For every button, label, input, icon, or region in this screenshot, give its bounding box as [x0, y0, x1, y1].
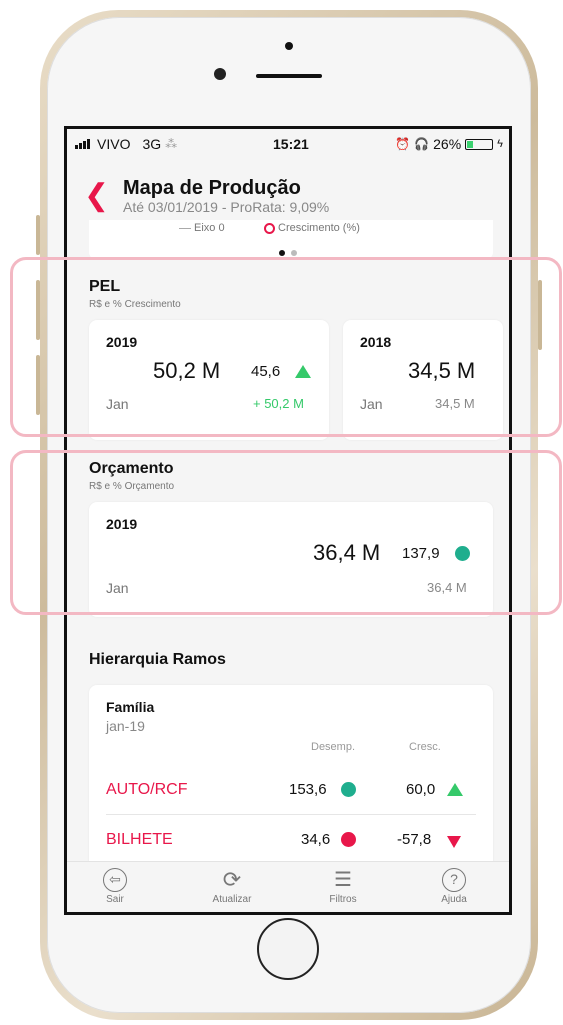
alarm-icon: ⏰	[395, 137, 411, 151]
tab-filtros-label: Filtros	[329, 894, 357, 905]
page-dot-active[interactable]	[279, 250, 285, 256]
charging-icon: ϟ	[497, 138, 503, 150]
line-icon	[179, 227, 191, 229]
activity-icon: ⁂	[165, 137, 178, 151]
row-desemp-bilhete: 34,6	[301, 831, 331, 848]
status-dot-icon	[341, 831, 356, 849]
page-title: Mapa de Produção	[123, 177, 301, 199]
row-cresc-bilhete: -57,8	[397, 831, 432, 848]
front-camera	[214, 68, 226, 80]
filter-sliders-icon: ☰	[334, 869, 352, 891]
row-name-bilhete[interactable]: BILHETE	[106, 831, 173, 849]
period-label: jan-19	[106, 718, 145, 734]
legend-eixo-label: Eixo 0	[194, 222, 225, 234]
tab-filtros[interactable]: ☰ Filtros	[313, 868, 373, 905]
tab-atualizar-label: Atualizar	[212, 894, 252, 905]
battery-percent: 26%	[433, 136, 462, 152]
tab-ajuda[interactable]: ? Ajuda	[424, 868, 484, 905]
status-dot-icon	[341, 781, 356, 799]
chart-card: Eixo 0 Crescimento (%)	[89, 220, 493, 260]
network-type: 3G	[142, 136, 162, 152]
back-chevron-icon[interactable]: ❮	[84, 181, 109, 211]
hierarquia-title: Hierarquia Ramos	[89, 651, 226, 668]
home-button[interactable]	[257, 918, 319, 980]
col-cresc-header: Cresc.	[409, 741, 441, 753]
carrier-name: VIVO	[97, 136, 131, 152]
hierarquia-card: Família jan-19 Desemp. Cresc. AUTO/RCF 1…	[89, 685, 493, 875]
battery-icon	[465, 138, 494, 150]
down-arrow-icon	[447, 833, 461, 851]
signal-icon	[75, 139, 93, 149]
legend-crescimento: Crescimento (%)	[264, 222, 360, 234]
legend-crescimento-label: Crescimento (%)	[278, 222, 360, 234]
row-cresc-auto: 60,0	[406, 781, 436, 798]
page-subtitle: Até 03/01/2019 - ProRata: 9,09%	[123, 199, 330, 215]
pel-highlight-box	[10, 257, 562, 437]
help-icon: ?	[442, 868, 466, 892]
status-time: 15:21	[273, 136, 309, 152]
exit-icon: ⇦	[103, 868, 127, 892]
tab-atualizar[interactable]: ⟳ Atualizar	[202, 867, 262, 906]
ring-marker-icon	[264, 222, 275, 234]
proximity-sensor	[285, 42, 293, 50]
tab-sair-label: Sair	[106, 894, 124, 905]
row-divider	[106, 814, 476, 815]
page-dot[interactable]	[291, 250, 297, 256]
status-bar: VIVO 3G ⁂ 15:21 ⏰ 🎧 26% ϟ	[67, 129, 509, 159]
mute-switch	[36, 215, 40, 255]
family-label: Família	[106, 699, 155, 715]
refresh-icon: ⟳	[222, 867, 242, 892]
headphones-icon: 🎧	[414, 137, 430, 151]
col-desemp-header: Desemp.	[311, 741, 356, 753]
row-desemp-auto: 153,6	[289, 781, 327, 798]
earpiece-speaker	[256, 74, 322, 78]
tab-bar: ⇦ Sair ⟳ Atualizar ☰ Filtros ? Ajuda	[67, 861, 509, 912]
legend-eixo: Eixo 0	[179, 222, 225, 234]
row-name-auto[interactable]: AUTO/RCF	[106, 781, 187, 799]
orcamento-highlight-box	[10, 450, 562, 615]
tab-ajuda-label: Ajuda	[441, 894, 467, 905]
tab-sair[interactable]: ⇦ Sair	[85, 868, 145, 905]
up-arrow-icon	[447, 781, 463, 799]
